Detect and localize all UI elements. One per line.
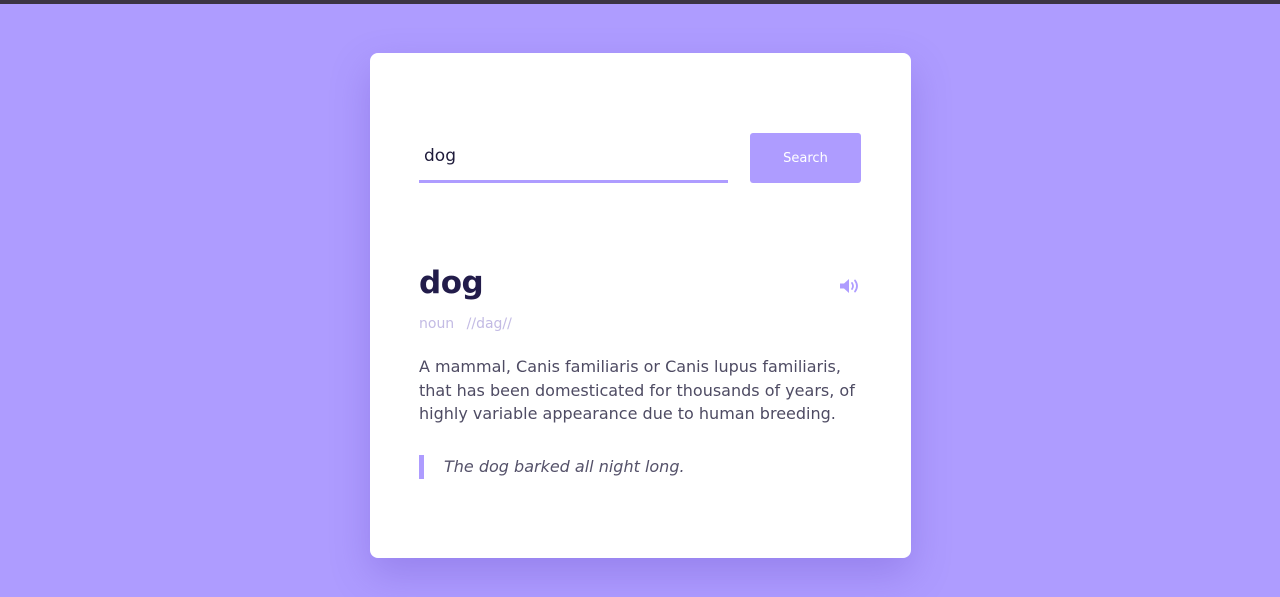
top-edge-strip — [0, 0, 1280, 4]
definition-text: A mammal, Canis familiaris or Canis lupu… — [419, 357, 855, 423]
word-meta: noun //dag// — [419, 316, 512, 332]
quote-bar — [419, 455, 424, 479]
search-input[interactable] — [419, 133, 728, 183]
speaker-icon[interactable] — [839, 277, 861, 295]
part-of-speech: noun — [419, 316, 455, 332]
example-quote: The dog barked all night long. — [419, 455, 861, 479]
search-bar: Search — [419, 133, 861, 183]
pronunciation: //dag// — [466, 316, 512, 332]
dictionary-card: Search dog noun //dag// A mammal, Canis … — [370, 53, 911, 558]
example-text: The dog barked all night long. — [444, 457, 685, 476]
word-heading: dog — [419, 265, 484, 301]
search-button[interactable]: Search — [750, 133, 861, 183]
